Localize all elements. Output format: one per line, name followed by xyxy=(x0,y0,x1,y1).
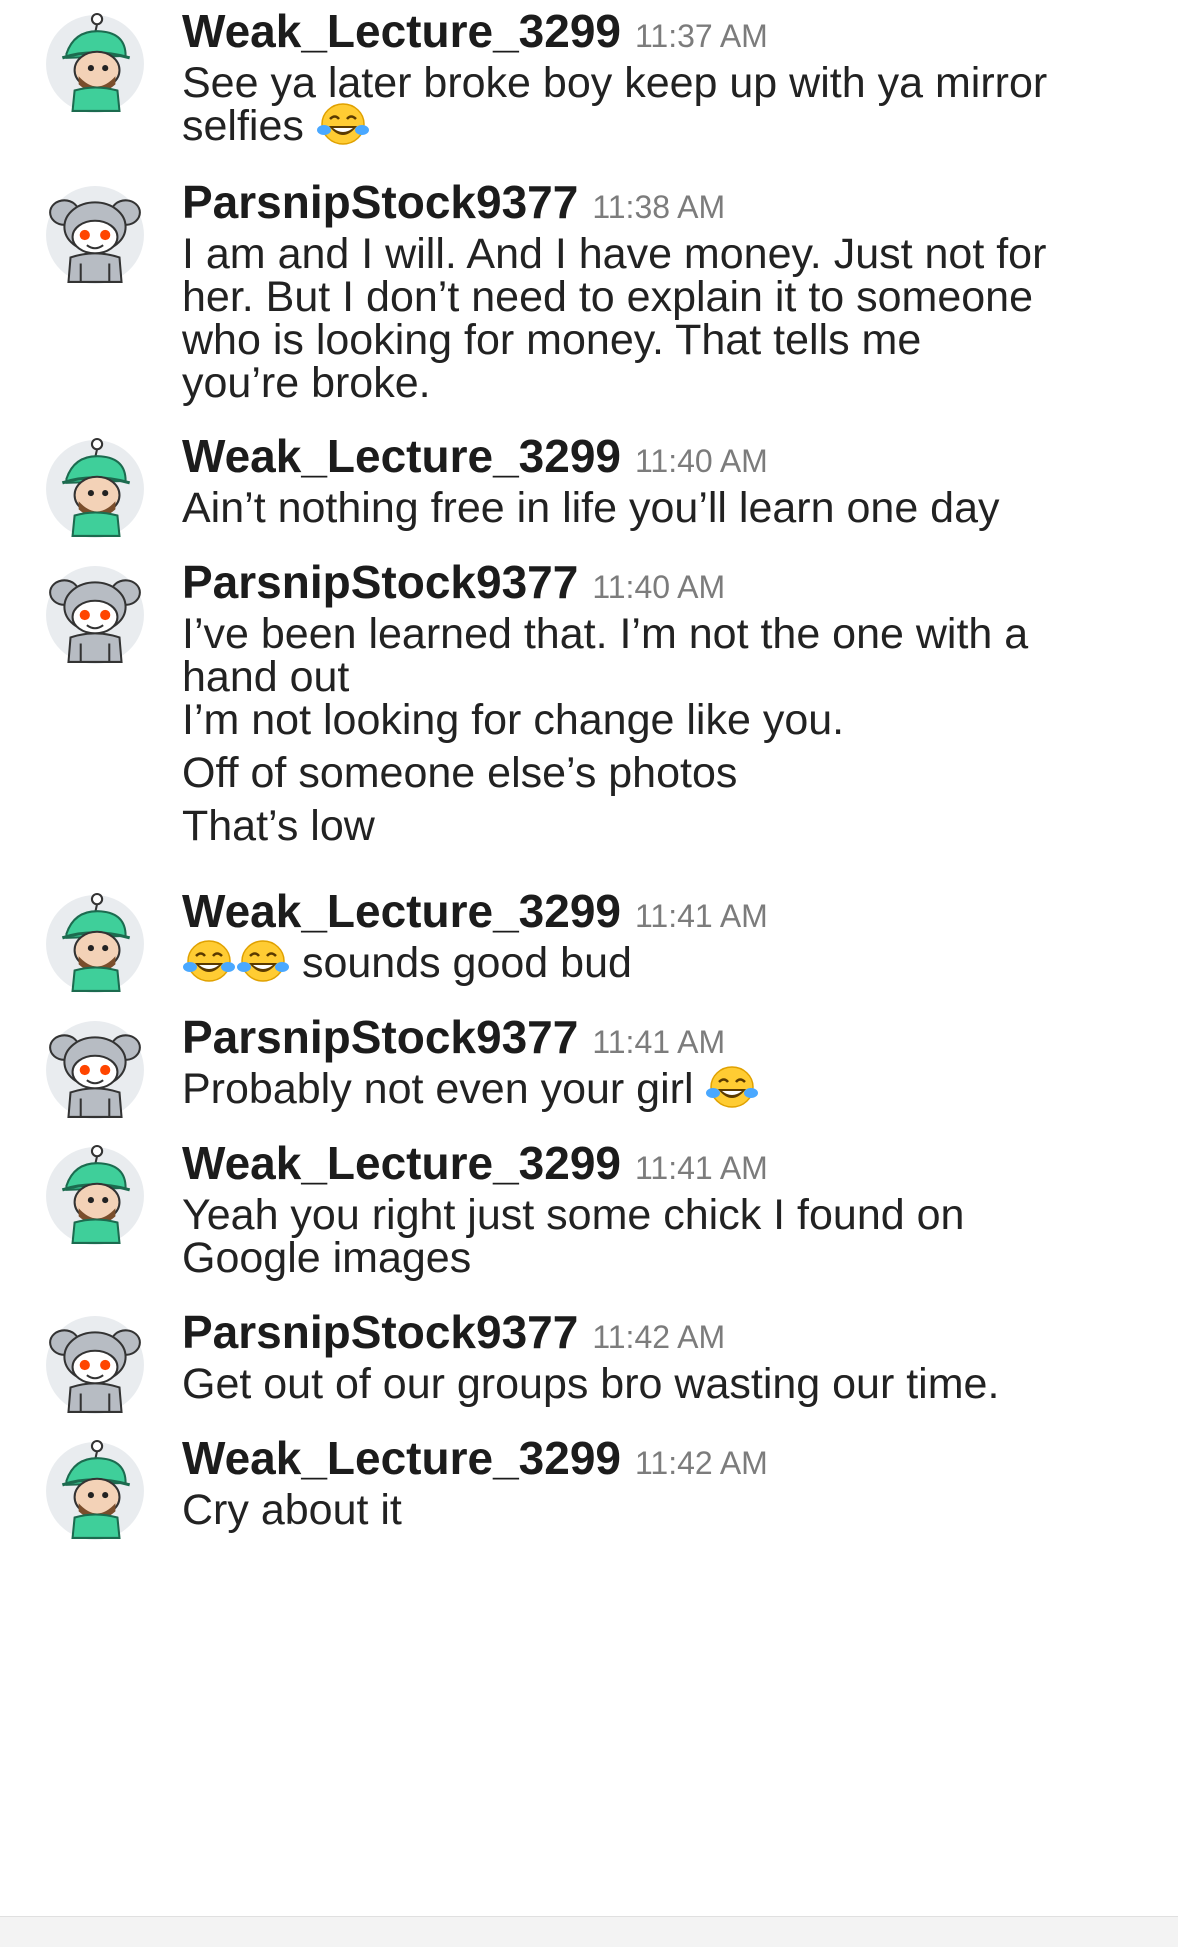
message-text: Get out of our groups bro wasting our ti… xyxy=(182,1358,1132,1411)
message-text-span: Ain’t nothing free in life you’ll learn … xyxy=(182,484,1000,532)
message-text: Google images xyxy=(182,1232,1132,1285)
message-header: Weak_Lecture_3299 11:37 AM xyxy=(182,5,768,57)
message-text-span: Get out of our groups bro wasting our ti… xyxy=(182,1360,1000,1408)
green-snoo-avatar[interactable] xyxy=(44,893,146,995)
face-with-tears-of-joy-icon xyxy=(182,937,236,985)
username[interactable]: ParsnipStock9377 xyxy=(182,556,578,608)
timestamp: 11:41 AM xyxy=(635,898,768,934)
timestamp: 11:37 AM xyxy=(635,18,768,54)
message-header: ParsnipStock9377 11:40 AM xyxy=(182,556,725,608)
username[interactable]: ParsnipStock9377 xyxy=(182,176,578,228)
message-header: ParsnipStock9377 11:41 AM xyxy=(182,1011,725,1063)
chat-message: ParsnipStock9377 11:42 AM Get out of our g… xyxy=(0,1306,1178,1426)
chat-message: Weak_Lecture_3299 11:40 AM Ain’t nothing f… xyxy=(0,430,1178,550)
koala-snoo-avatar[interactable] xyxy=(44,184,146,286)
message-text: Cry about it xyxy=(182,1484,1132,1537)
message-text: selfies xyxy=(182,100,1132,153)
chat-message: Weak_Lecture_3299 11:41 AM sounds good bu… xyxy=(0,885,1178,1005)
message-text: Probably not even your girl xyxy=(182,1063,1132,1116)
message-header: Weak_Lecture_3299 11:41 AM xyxy=(182,885,768,937)
chat-message: ParsnipStock9377 11:41 AM Probably not eve… xyxy=(0,1011,1178,1131)
message-text-span: Google images xyxy=(182,1234,472,1282)
message-text: I’m not looking for change like you. xyxy=(182,696,845,744)
timestamp: 11:38 AM xyxy=(592,189,726,225)
chat-message: ParsnipStock9377 11:40 AM I’ve been learne… xyxy=(0,556,1178,850)
timestamp: 11:40 AM xyxy=(635,443,768,479)
username[interactable]: Weak_Lecture_3299 xyxy=(182,1432,621,1484)
green-snoo-avatar[interactable] xyxy=(44,438,146,540)
timestamp: 11:42 AM xyxy=(592,1319,726,1355)
face-with-tears-of-joy-icon xyxy=(316,100,370,148)
timestamp: 11:41 AM xyxy=(592,1024,726,1060)
koala-snoo-avatar[interactable] xyxy=(44,1314,146,1416)
message-header: ParsnipStock9377 11:38 AM xyxy=(182,176,725,228)
username[interactable]: ParsnipStock9377 xyxy=(182,1011,578,1063)
chat-message: Weak_Lecture_3299 11:37 AM See ya later br… xyxy=(0,5,1178,150)
koala-snoo-avatar[interactable] xyxy=(44,564,146,666)
face-with-tears-of-joy-icon xyxy=(236,937,290,985)
message-text-span: Probably not even your girl xyxy=(182,1065,706,1113)
green-snoo-avatar[interactable] xyxy=(44,13,146,115)
message-text: Ain’t nothing free in life you’ll learn … xyxy=(182,482,1132,535)
message-text-span: selfies xyxy=(182,102,316,150)
green-snoo-avatar[interactable] xyxy=(44,1440,146,1542)
chat-message: ParsnipStock9377 11:38 AM I am and I will.… xyxy=(0,176,1178,407)
message-text: sounds good bud xyxy=(182,937,1132,990)
username[interactable]: Weak_Lecture_3299 xyxy=(182,430,621,482)
message-text: That’s low xyxy=(182,802,375,850)
timestamp: 11:40 AM xyxy=(592,569,726,605)
composer-edge xyxy=(0,1916,1178,1947)
username[interactable]: Weak_Lecture_3299 xyxy=(182,1137,621,1189)
message-text: Off of someone else’s photos xyxy=(182,749,738,797)
username[interactable]: Weak_Lecture_3299 xyxy=(182,5,621,57)
koala-snoo-avatar[interactable] xyxy=(44,1019,146,1121)
username[interactable]: Weak_Lecture_3299 xyxy=(182,885,621,937)
username[interactable]: ParsnipStock9377 xyxy=(182,1306,578,1358)
timestamp: 11:41 AM xyxy=(635,1150,768,1186)
chat-thread: Weak_Lecture_3299 11:37 AM See ya later br… xyxy=(0,0,1178,1946)
face-with-tears-of-joy-icon xyxy=(705,1063,759,1111)
chat-message: Weak_Lecture_3299 11:41 AM Yeah you right … xyxy=(0,1137,1178,1282)
message-header: ParsnipStock9377 11:42 AM xyxy=(182,1306,725,1358)
message-text: you’re broke. xyxy=(182,357,1132,410)
message-header: Weak_Lecture_3299 11:40 AM xyxy=(182,430,768,482)
message-text-span: Cry about it xyxy=(182,1486,402,1534)
chat-message: Weak_Lecture_3299 11:42 AM Cry about it xyxy=(0,1432,1178,1552)
green-snoo-avatar[interactable] xyxy=(44,1145,146,1247)
timestamp: 11:42 AM xyxy=(635,1445,768,1481)
message-header: Weak_Lecture_3299 11:42 AM xyxy=(182,1432,768,1484)
message-text-span: sounds good bud xyxy=(290,939,632,987)
message-header: Weak_Lecture_3299 11:41 AM xyxy=(182,1137,768,1189)
message-text-span: you’re broke. xyxy=(182,359,431,407)
